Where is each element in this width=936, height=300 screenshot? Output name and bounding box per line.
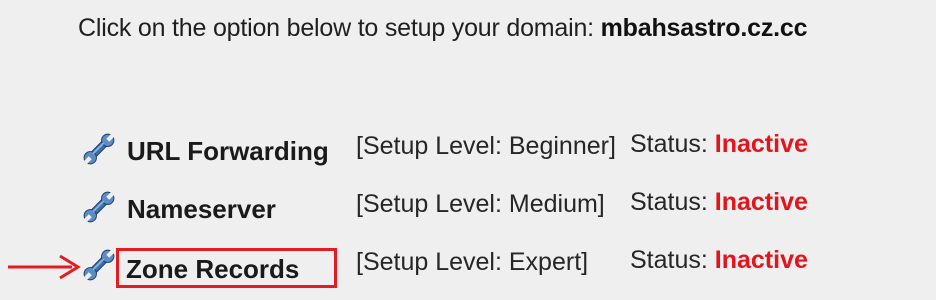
status-text: Status: Inactive: [630, 188, 808, 217]
status-text: Status: Inactive: [630, 130, 808, 159]
setup-level-label: [Setup Level: Medium]: [356, 190, 605, 218]
status-value: Inactive: [714, 188, 808, 216]
status-label: Status:: [630, 188, 708, 216]
status-label: Status:: [630, 246, 708, 274]
wrench-icon: [83, 133, 115, 165]
option-row-nameserver: Nameserver [Setup Level: Medium] Status:…: [0, 186, 936, 230]
status-label: Status:: [630, 130, 708, 158]
setup-level-label: [Setup Level: Expert]: [356, 248, 589, 276]
status-value: Inactive: [714, 246, 808, 274]
intro-text: Click on the option below to setup your …: [78, 14, 594, 42]
status-value: Inactive: [714, 130, 808, 158]
intro-line: Click on the option below to setup your …: [78, 14, 807, 43]
setup-level-label: [Setup Level: Beginner]: [356, 132, 616, 160]
option-link-nameserver[interactable]: Nameserver: [127, 194, 276, 225]
domain-name: mbahsastro.cz.cc: [600, 14, 808, 42]
option-row-url-forwarding: URL Forwarding [Setup Level: Beginner] S…: [0, 128, 936, 172]
status-text: Status: Inactive: [630, 246, 808, 275]
option-link-url-forwarding[interactable]: URL Forwarding: [127, 136, 329, 167]
highlight-box: [116, 248, 337, 288]
wrench-icon: [83, 191, 115, 223]
red-arrow-icon: [8, 254, 81, 280]
